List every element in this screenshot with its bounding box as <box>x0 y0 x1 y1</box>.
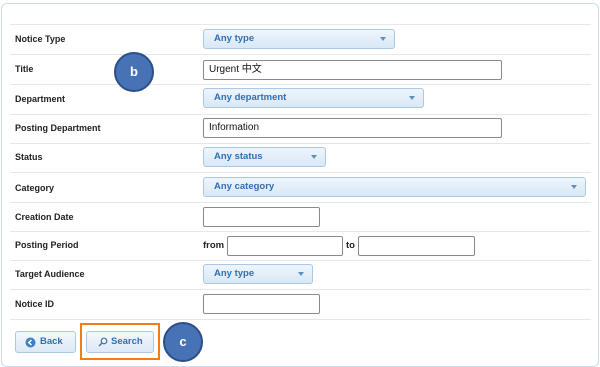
category-label: Category <box>15 183 55 193</box>
posting-period-label: Posting Period <box>15 240 79 250</box>
row-divider <box>10 54 591 55</box>
notice-id-label: Notice ID <box>15 299 55 309</box>
back-button[interactable]: Back <box>15 331 76 353</box>
row-divider <box>10 289 591 290</box>
department-label: Department <box>15 94 66 104</box>
department-select[interactable]: Any department <box>203 88 424 108</box>
posting-period-from-label: from <box>203 240 225 251</box>
row-divider <box>10 319 591 320</box>
status-select[interactable]: Any status <box>203 147 326 167</box>
title-label: Title <box>15 64 34 74</box>
chevron-down-icon <box>311 155 317 159</box>
notice-type-value: Any type <box>214 33 255 44</box>
target-audience-select[interactable]: Any type <box>203 264 313 284</box>
title-input[interactable]: Urgent 中文 <box>203 60 502 80</box>
posting-period-from-input[interactable] <box>227 236 343 256</box>
notice-id-input[interactable] <box>203 294 320 314</box>
chevron-down-icon <box>409 96 415 100</box>
creation-date-label: Creation Date <box>15 212 74 222</box>
row-divider <box>10 114 591 115</box>
row-divider <box>10 84 591 85</box>
back-button-label: Back <box>40 336 63 347</box>
callout-b: b <box>114 52 154 92</box>
target-audience-label: Target Audience <box>15 269 85 279</box>
department-value: Any department <box>214 92 287 103</box>
row-divider <box>10 260 591 261</box>
chevron-down-icon <box>571 185 577 189</box>
row-divider <box>10 202 591 203</box>
category-value: Any category <box>214 181 275 192</box>
target-audience-value: Any type <box>214 268 255 279</box>
posting-period-to-input[interactable] <box>358 236 475 256</box>
chevron-down-icon <box>380 37 386 41</box>
status-value: Any status <box>214 151 263 162</box>
row-divider <box>10 24 591 25</box>
row-divider <box>10 231 591 232</box>
back-arrow-icon <box>25 337 36 348</box>
posting-period-to-label: to <box>346 240 355 251</box>
search-button[interactable]: Search <box>86 331 154 353</box>
notice-type-select[interactable]: Any type <box>203 29 395 49</box>
search-button-label: Search <box>111 336 143 347</box>
notice-type-label: Notice Type <box>15 34 66 44</box>
posting-department-label: Posting Department <box>15 123 101 133</box>
category-select[interactable]: Any category <box>203 177 586 197</box>
row-divider <box>10 172 591 173</box>
creation-date-input[interactable] <box>203 207 320 227</box>
search-icon <box>98 337 108 347</box>
status-label: Status <box>15 152 43 162</box>
row-divider <box>10 143 591 144</box>
posting-department-input[interactable]: Information <box>203 118 502 138</box>
callout-c: c <box>163 322 203 362</box>
chevron-down-icon <box>298 272 304 276</box>
